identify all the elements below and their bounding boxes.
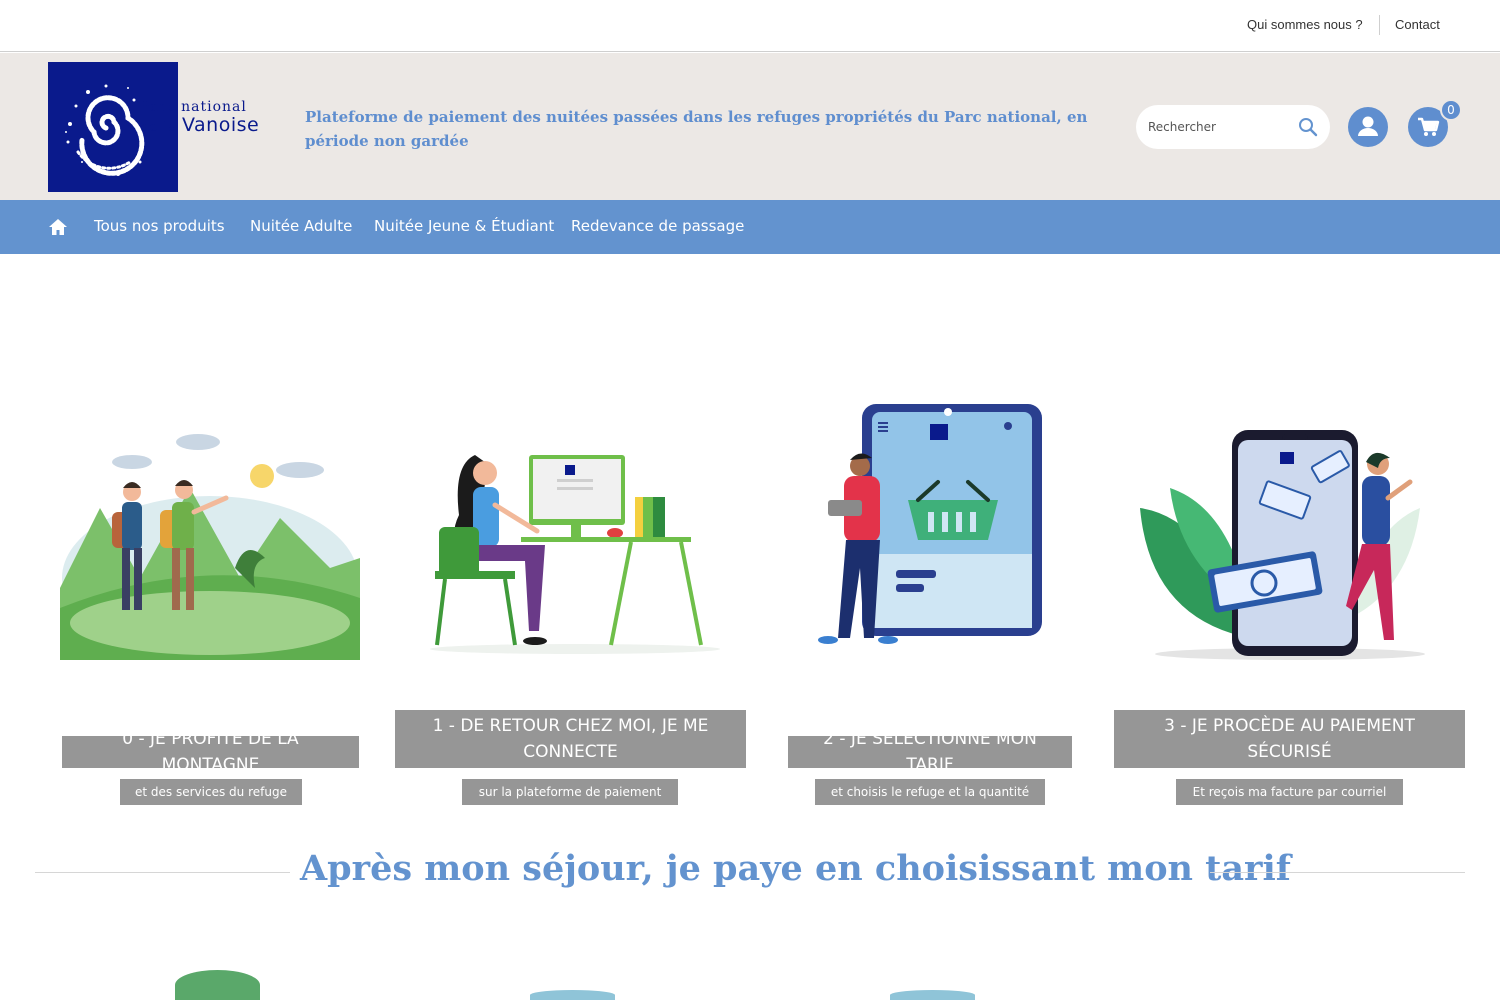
top-utility-bar: Qui sommes nous ? Contact [0,0,1500,52]
step-2-title: 2 - JE SÉLECTIONNE MON TARIF [788,729,1072,775]
main-nav: Tous nos produits Nuitée Adulte Nuitée J… [0,200,1500,254]
nav-item-youth-night[interactable]: Nuitée Jeune & Étudiant [374,217,554,235]
contact-link[interactable]: Contact [1395,17,1440,32]
site-tagline: Plateforme de paiement des nuitées passé… [305,108,1088,150]
section-divider-left [35,872,290,873]
logo-line-2: de la Vanoise [140,114,260,137]
tablet-shopping-illustration [818,404,1042,644]
section-divider-right [1210,872,1465,873]
logo-line-1: Parc national [140,99,247,115]
cart-count-badge: 0 [1440,99,1462,121]
nav-item-adult-night[interactable]: Nuitée Adulte [250,217,352,235]
logo-line-2-big: Vanoise [181,114,260,137]
phone-payment-illustration [1140,430,1425,660]
search-input[interactable] [1148,117,1298,137]
user-icon [1358,116,1378,136]
logo-wordmark: Parc national de la Vanoise [140,99,259,137]
step-0-subtitle: et des services du refuge [120,779,302,805]
search-icon[interactable] [1298,117,1318,137]
step-0-title: 0 - JE PROFITE DE LA MONTAGNE [62,729,359,775]
woman-at-computer-illustration [430,455,720,654]
site-header: Parc national de la Vanoise Plateforme d… [0,53,1500,200]
step-2-subtitle: et choisis le refuge et la quantité [815,779,1045,805]
step-3-subtitle: Et reçois ma facture par courriel [1176,779,1403,805]
decorative-leaf-shape [530,990,615,1000]
search-box [1136,105,1330,149]
topbar-divider [1379,15,1380,35]
section-title: Après mon séjour, je paye en choisissant… [300,848,1291,889]
decorative-leaf-shape [175,970,260,1000]
nav-item-passage-fee[interactable]: Redevance de passage [571,217,744,235]
hikers-illustration [60,434,360,660]
decorative-leaf-shape [890,990,975,1000]
step-1-title: 1 - DE RETOUR CHEZ MOI, JE ME CONNECTE [395,710,746,768]
step-1-subtitle: sur la plateforme de paiement [462,779,678,805]
step-3-title: 3 - JE PROCÈDE AU PAIEMENT SÉCURISÉ [1114,710,1465,768]
about-link[interactable]: Qui sommes nous ? [1247,17,1363,32]
home-icon[interactable] [48,218,68,236]
nav-item-all-products[interactable]: Tous nos produits [94,217,225,235]
logo-line-2-small: de la [140,119,178,136]
account-button[interactable] [1348,107,1388,147]
